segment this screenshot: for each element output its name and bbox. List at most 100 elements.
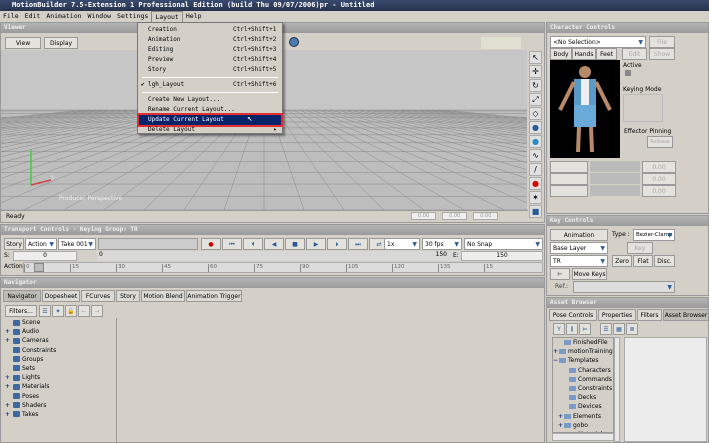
release-button[interactable]: Release xyxy=(647,136,673,148)
tree-item[interactable]: Constraints xyxy=(5,346,116,355)
fps-dropdown[interactable]: 30 fps xyxy=(422,238,462,250)
flat-button[interactable]: Flat xyxy=(633,255,653,267)
menu-item-create-new-layout[interactable]: Create New Layout... xyxy=(139,95,281,105)
stop-button[interactable]: ■ xyxy=(285,238,305,250)
asset-tree-item[interactable]: + gobo xyxy=(553,421,613,430)
play-reverse-button[interactable]: ◀ xyxy=(264,238,284,250)
tab-dopesheet[interactable]: Dopesheet xyxy=(42,290,80,302)
star-icon[interactable]: ✶ xyxy=(529,191,542,204)
animation-button[interactable]: Animation xyxy=(550,229,608,241)
tree-item[interactable]: + Audio xyxy=(5,327,116,336)
expand-icon[interactable]: + xyxy=(5,336,13,345)
expand-icon[interactable]: + xyxy=(5,382,13,391)
asset-tree-item[interactable]: Commands xyxy=(553,375,613,384)
tab-motion-blend[interactable]: Motion Blend xyxy=(141,290,185,302)
tree-item[interactable]: + Takes xyxy=(5,410,116,419)
character-figure[interactable] xyxy=(550,60,620,158)
timeline[interactable]: 0 15 30 45 60 75 90 105 120 135 15 xyxy=(23,262,543,273)
tab-filters[interactable]: Filters xyxy=(637,309,662,321)
slider-3[interactable] xyxy=(590,185,640,196)
sphere-icon[interactable]: ● xyxy=(529,135,542,148)
zero-button[interactable]: Zero xyxy=(612,255,632,267)
tree-item[interactable]: + Lights xyxy=(5,373,116,382)
tree-item[interactable]: Scene xyxy=(5,318,116,327)
expand-icon[interactable]: + xyxy=(5,373,13,382)
speed-dropdown[interactable]: 1x xyxy=(384,238,420,250)
asset-view[interactable] xyxy=(624,337,707,442)
file-button[interactable]: File xyxy=(649,36,675,48)
forward-icon[interactable]: → xyxy=(91,305,103,317)
menu-item-rename-current-layout[interactable]: Rename Current Layout... xyxy=(139,105,281,115)
time-range-bar[interactable]: 0 150 xyxy=(97,251,497,261)
tab-asset-browser[interactable]: Asset Browser xyxy=(663,309,709,321)
expand-icon[interactable]: + xyxy=(5,410,13,419)
menu-item-animation[interactable]: Animation Ctrl+Shift+2 xyxy=(139,35,281,45)
prev-key-button[interactable]: ⏴ xyxy=(243,238,263,250)
menu-item-story[interactable]: Story Ctrl+Shift+5 xyxy=(139,65,281,75)
menu-settings[interactable]: Settings xyxy=(114,11,151,22)
layout-icon[interactable]: ■ xyxy=(529,205,542,218)
play-button[interactable]: ▶ xyxy=(306,238,326,250)
list-view-icon[interactable]: ☰ xyxy=(600,323,612,335)
back-icon[interactable]: ← xyxy=(78,305,90,317)
asset-tree-scrollbar[interactable] xyxy=(614,337,620,442)
timeline-cursor[interactable] xyxy=(34,263,44,272)
show-button[interactable]: Show xyxy=(649,48,675,60)
tab-fcurves[interactable]: FCurves xyxy=(81,290,115,302)
asset-tree-item[interactable]: Devices xyxy=(553,402,613,411)
story-button[interactable]: Story xyxy=(4,238,24,250)
start-field[interactable]: 0 xyxy=(13,251,77,261)
slider-value-2[interactable]: 0.00 xyxy=(642,173,676,185)
hierarchy-icon[interactable]: ⊨ xyxy=(579,323,591,335)
keying-mode-options[interactable] xyxy=(623,94,663,122)
viewer-tools[interactable] xyxy=(481,37,521,49)
tree-item[interactable]: Groups xyxy=(5,355,116,364)
menu-animation[interactable]: Animation xyxy=(43,11,84,22)
hands-button[interactable]: Hands xyxy=(572,48,596,60)
goto-start-button[interactable]: ⏮ xyxy=(222,238,242,250)
list-icon[interactable]: ☰ xyxy=(39,305,51,317)
menu-file[interactable]: File xyxy=(0,11,22,22)
asset-tree-item[interactable]: + Elements xyxy=(553,412,613,421)
menu-item-lgh-layout[interactable]: ✔ lgh_Layout Ctrl+Shift+6 xyxy=(139,80,281,90)
asset-tree-item[interactable]: + motionTraining xyxy=(553,347,613,356)
menu-item-editing[interactable]: Editing Ctrl+Shift+3 xyxy=(139,45,281,55)
tab-navigator[interactable]: Navigator xyxy=(3,290,41,302)
record-icon[interactable]: ● xyxy=(529,177,542,190)
slider-2[interactable] xyxy=(590,173,640,184)
asset-tree-item[interactable]: Decks xyxy=(553,393,613,402)
tree-item[interactable]: + Cameras xyxy=(5,336,116,345)
tree-item[interactable]: Sets xyxy=(5,364,116,373)
edit-button[interactable]: Edit xyxy=(622,48,647,60)
key-tool-icon[interactable]: ⊢ xyxy=(550,268,570,280)
curve-icon[interactable]: ∿ xyxy=(529,149,542,162)
select-icon[interactable]: ↖ xyxy=(529,51,542,64)
tree-item[interactable]: + Shaders xyxy=(5,401,116,410)
feet-button[interactable]: Feet xyxy=(596,48,617,60)
view-button[interactable]: View xyxy=(5,37,41,49)
menu-edit[interactable]: Edit xyxy=(22,11,44,22)
tab-story[interactable]: Story xyxy=(116,290,140,302)
menu-item-creation[interactable]: Creation Ctrl+Shift+1 xyxy=(139,25,281,35)
keying-group-dropdown[interactable]: TR xyxy=(550,255,608,267)
ref-dropdown[interactable] xyxy=(573,281,675,293)
expand-icon[interactable]: + xyxy=(5,327,13,336)
expand-icon[interactable]: + xyxy=(5,401,13,410)
lock-icon[interactable]: 🔒 xyxy=(65,305,77,317)
columns-icon[interactable]: ⫼ xyxy=(566,323,578,335)
coord-z[interactable]: 0.00 xyxy=(473,212,499,220)
pin-icon[interactable]: ✦ xyxy=(52,305,64,317)
tab-pose-controls[interactable]: Pose Controls xyxy=(549,309,597,321)
rotate-icon[interactable]: ↻ xyxy=(529,79,542,92)
menu-item-preview[interactable]: Preview Ctrl+Shift+4 xyxy=(139,55,281,65)
move-keys-button[interactable]: Move Keys xyxy=(572,268,607,280)
menu-help[interactable]: Help xyxy=(183,11,205,22)
asset-tree-item[interactable]: Constraints xyxy=(553,384,613,393)
tree-item[interactable]: Poses xyxy=(5,392,116,401)
display-button[interactable]: Display xyxy=(44,37,78,49)
menu-item-delete-layout[interactable]: Delete Layout ▸ xyxy=(139,125,281,135)
asset-tree-item[interactable]: FinishedFile xyxy=(553,338,613,347)
key-button[interactable]: Key xyxy=(627,242,653,254)
thumb-view-icon[interactable]: ≣ xyxy=(626,323,638,335)
type-dropdown[interactable]: Bezier-Clamp xyxy=(633,229,675,241)
